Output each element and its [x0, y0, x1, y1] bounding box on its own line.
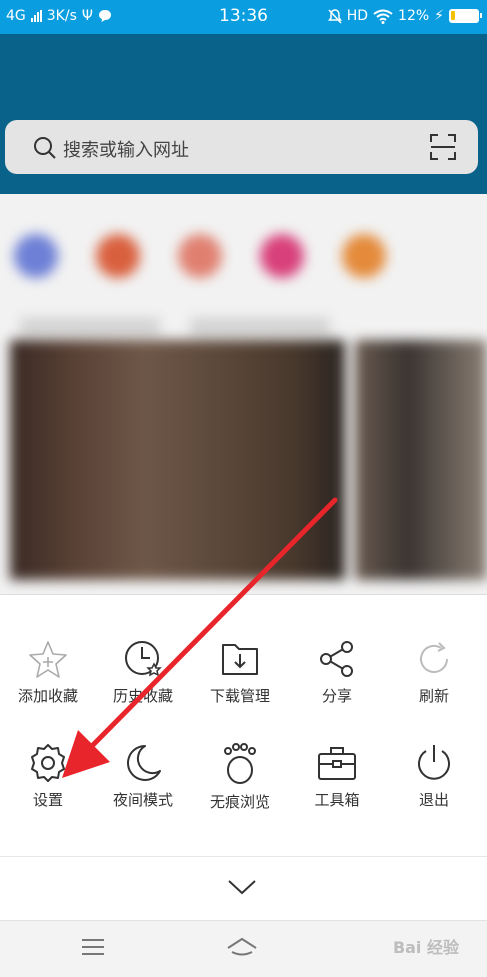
menu-divider	[0, 856, 487, 857]
toolbox-icon	[318, 747, 356, 780]
power-icon	[418, 745, 450, 780]
clock-star-icon	[125, 641, 162, 677]
menu-item-share[interactable]: 分享	[289, 639, 385, 706]
menu-item-refresh[interactable]: 刷新	[386, 639, 482, 706]
folder-download-icon	[222, 644, 258, 675]
search-placeholder: 搜索或输入网址	[63, 140, 189, 161]
hamburger-icon[interactable]	[81, 937, 105, 957]
menu-item-label: 设置	[32, 791, 63, 809]
charging-icon: ⚡	[434, 8, 444, 24]
menu-item-label: 添加收藏	[17, 687, 78, 705]
blurred-text	[190, 318, 330, 336]
menu-item-label: 工具箱	[314, 791, 360, 809]
menu-item-incognito[interactable]: 无痕浏览	[192, 743, 288, 812]
shortcut-circle	[178, 234, 222, 278]
battery-percent: 12%	[398, 8, 430, 24]
paw-icon	[224, 743, 256, 784]
menu-item-downloads[interactable]: 下载管理	[192, 639, 288, 706]
menu-item-label: 无痕浏览	[209, 793, 270, 811]
menu-item-toolbox[interactable]: 工具箱	[289, 743, 385, 810]
menu-item-label: 分享	[321, 687, 352, 705]
news-image	[355, 340, 487, 580]
system-nav-bar: Bai 经验	[0, 920, 487, 977]
home-icon[interactable]	[226, 937, 258, 957]
search-bar[interactable]: 搜索或输入网址	[5, 120, 478, 174]
menu-item-settings[interactable]: 设置	[0, 743, 96, 810]
gear-icon	[31, 744, 65, 782]
blurred-text	[20, 318, 160, 336]
menu-item-label: 夜间模式	[112, 791, 173, 809]
menu-item-add-bookmark[interactable]: 添加收藏	[0, 639, 96, 706]
menu-item-exit[interactable]: 退出	[386, 743, 482, 810]
wifi-icon	[373, 9, 393, 24]
menu-item-label: 历史收藏	[112, 687, 173, 705]
blurred-page-content	[0, 194, 487, 594]
menu-item-label: 刷新	[418, 687, 449, 705]
moon-icon	[127, 745, 161, 781]
refresh-icon	[420, 642, 448, 673]
scan-icon[interactable]	[430, 134, 456, 160]
battery-icon	[449, 9, 482, 23]
hd-indicator: HD	[346, 8, 369, 24]
menu-item-label: 退出	[418, 791, 449, 809]
news-image	[10, 340, 345, 580]
share-icon	[320, 641, 353, 677]
menu-item-night-mode[interactable]: 夜间模式	[95, 743, 191, 810]
star-add-icon	[29, 641, 67, 678]
menu-item-history-bookmarks[interactable]: 历史收藏	[95, 639, 191, 706]
shortcut-circle	[342, 234, 386, 278]
status-bar: 4G 3K/s Ψ 13:36 HD 12% ⚡	[0, 0, 487, 34]
search-icon	[34, 137, 56, 159]
chevron-down-icon[interactable]	[226, 877, 258, 897]
status-right: HD 12% ⚡	[327, 8, 482, 24]
browser-menu-sheet: 添加收藏 历史收藏 下载管理 分享 刷新 设置 夜间模式 无痕浏览 工具箱 退出	[0, 594, 487, 920]
shortcut-circle	[96, 234, 140, 278]
mute-bell-icon	[327, 8, 342, 24]
shortcut-circle	[14, 234, 58, 278]
watermark: Bai 经验	[392, 938, 459, 957]
menu-item-label: 下载管理	[209, 687, 270, 705]
shortcut-circle	[260, 234, 304, 278]
